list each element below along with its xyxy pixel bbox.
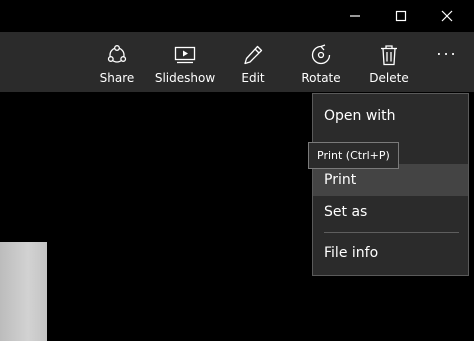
- menu-separator: [324, 232, 459, 233]
- context-menu: Open with Print Set as File info: [312, 93, 469, 276]
- more-options-button[interactable]: ...: [426, 32, 468, 92]
- minimize-icon: [350, 15, 360, 17]
- print-tooltip: Print (Ctrl+P): [308, 142, 399, 169]
- share-icon: [107, 45, 127, 63]
- slideshow-button[interactable]: Slideshow: [152, 32, 218, 92]
- menu-item-label: File info: [324, 245, 379, 261]
- slideshow-label: Slideshow: [154, 71, 216, 85]
- menu-item-file-info[interactable]: File info: [313, 237, 468, 269]
- menu-item-open-with[interactable]: Open with: [313, 100, 468, 132]
- edit-label: Edit: [241, 71, 265, 85]
- share-label: Share: [99, 71, 135, 85]
- trash-icon: [381, 45, 397, 66]
- edit-button[interactable]: Edit: [230, 32, 276, 92]
- menu-item-label: Set as: [324, 204, 368, 220]
- rotate-button[interactable]: Rotate: [296, 32, 346, 92]
- maximize-button[interactable]: [378, 0, 424, 32]
- delete-button[interactable]: Delete: [364, 32, 414, 92]
- delete-label: Delete: [369, 71, 409, 85]
- toolbar: Share Slideshow Edit Rotate Delete ...: [0, 32, 474, 92]
- menu-item-label: Print: [324, 172, 357, 188]
- more-icon: ...: [436, 40, 458, 59]
- menu-item-label: Open with: [324, 108, 396, 124]
- share-button[interactable]: Share: [94, 32, 140, 92]
- minimize-button[interactable]: [332, 0, 378, 32]
- close-icon: [441, 10, 453, 22]
- menu-item-set-as[interactable]: Set as: [313, 196, 468, 228]
- photo-image: [0, 242, 47, 341]
- slideshow-icon: [174, 46, 196, 64]
- rotate-label: Rotate: [301, 71, 341, 85]
- close-button[interactable]: [424, 0, 470, 32]
- pencil-icon: [244, 45, 263, 65]
- rotate-icon: [311, 44, 331, 65]
- title-bar: [0, 0, 474, 32]
- maximize-icon: [395, 10, 407, 22]
